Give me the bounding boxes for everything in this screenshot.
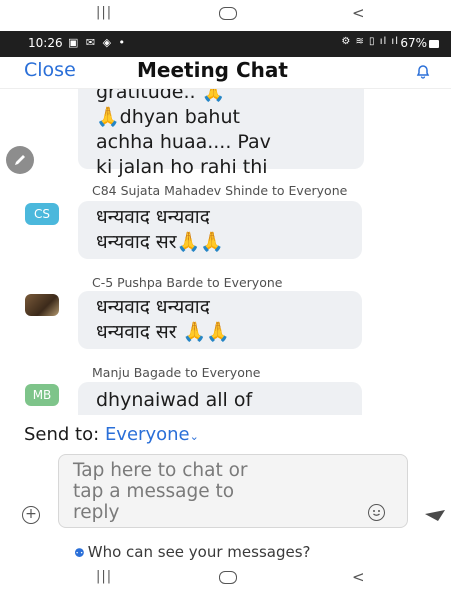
message-sender: Manju Bagade to Everyone [92, 365, 261, 380]
avatar: CS [25, 203, 59, 225]
chat-input-placeholder: Tap here to chat or tap a message to rep… [73, 460, 248, 523]
emoji-icon[interactable] [368, 504, 385, 521]
message-line: धन्यवाद धन्यवाद [96, 296, 210, 318]
message-line: 🙏dhyan bahut [96, 106, 240, 128]
recents-icon[interactable]: ||| [96, 5, 112, 20]
chevron-down-icon[interactable]: ⌄ [190, 430, 199, 443]
message-line: achha huaa.... Pav [96, 131, 271, 153]
recents-icon[interactable]: ||| [96, 569, 112, 584]
message-bubble[interactable]: धन्यवाद धन्यवाद धन्यवाद सर🙏🙏 [78, 201, 362, 259]
back-icon[interactable]: < [352, 568, 365, 586]
home-icon[interactable] [219, 7, 237, 20]
send-icon[interactable] [424, 506, 446, 528]
edit-pencil-button[interactable] [6, 146, 34, 174]
avatar: MB [25, 384, 59, 406]
who-can-see-text: Who can see your messages? [87, 543, 311, 561]
close-button[interactable]: Close [24, 59, 76, 81]
battery-icon [429, 40, 439, 48]
top-nav-bar: ||| < [0, 0, 451, 28]
message-bubble[interactable]: dhynaiwad all of [78, 382, 362, 415]
message-line: ki jalan ho rahi thi [96, 156, 268, 178]
message-sender: C84 Sujata Mahadev Shinde to Everyone [92, 183, 348, 198]
notification-icons: ▣ ✉ ◈ • [68, 36, 128, 49]
send-to-label: Send to: [24, 424, 100, 445]
bottom-nav-bar: ||| < [0, 564, 451, 592]
chat-input[interactable]: Tap here to chat or tap a message to rep… [58, 454, 408, 528]
page-title: Meeting Chat [137, 58, 288, 82]
people-icon: ⚉ [74, 546, 85, 560]
who-can-see-link[interactable]: ⚉ Who can see your messages? [74, 543, 311, 561]
chat-header: Close Meeting Chat [0, 57, 451, 89]
message-line: gratitude.. 🙏 [96, 89, 226, 103]
send-to-recipient-selector[interactable]: Everyone [105, 424, 190, 445]
chat-message-list[interactable]: gratitude.. 🙏 🙏dhyan bahut achha huaa...… [0, 89, 451, 415]
message-line: धन्यवाद सर 🙏🙏 [96, 321, 230, 343]
bell-icon[interactable] [415, 63, 431, 83]
message-line: dhynaiwad all of [96, 389, 253, 411]
message-sender: C-5 Pushpa Barde to Everyone [92, 275, 283, 290]
signal-icons: ⚙ ≋ ▯ ıl ıl [341, 36, 399, 47]
home-icon[interactable] [219, 571, 237, 584]
status-time: 10:26 [28, 36, 63, 50]
send-to-row: Send to: Everyone⌄ [24, 424, 199, 445]
status-bar: 10:26 ▣ ✉ ◈ • ⚙ ≋ ▯ ıl ıl 67% [0, 31, 451, 57]
message-bubble[interactable]: धन्यवाद धन्यवाद धन्यवाद सर 🙏🙏 [78, 291, 362, 349]
avatar [25, 294, 59, 316]
battery-percent: 67% [400, 36, 427, 50]
message-line: धन्यवाद सर🙏🙏 [96, 231, 224, 253]
back-icon[interactable]: < [352, 4, 365, 22]
message-line: धन्यवाद धन्यवाद [96, 206, 210, 228]
message-bubble[interactable]: gratitude.. 🙏 🙏dhyan bahut achha huaa...… [78, 89, 364, 178]
add-attachment-icon[interactable]: + [22, 506, 40, 524]
